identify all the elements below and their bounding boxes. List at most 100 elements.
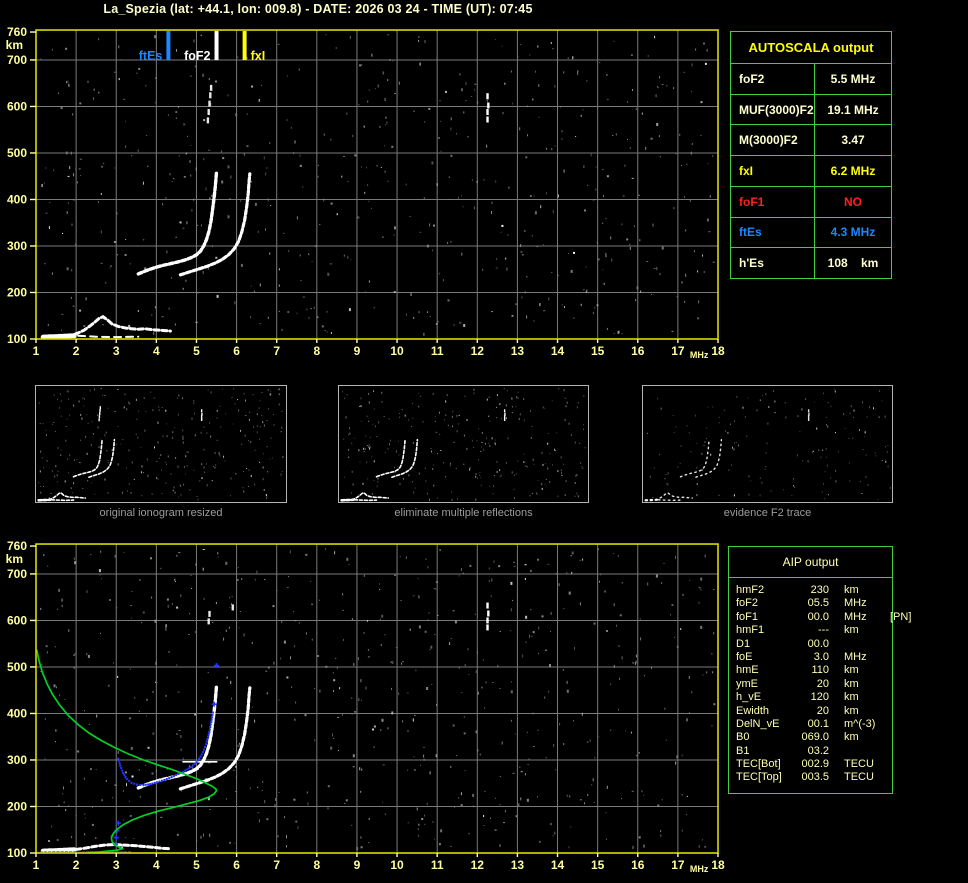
table-row: hmF2 230 km xyxy=(736,584,859,596)
svg-text:200: 200 xyxy=(7,285,27,299)
thumb-trace xyxy=(375,438,406,478)
svg-text:fxI: fxI xyxy=(251,49,266,63)
svg-text:6: 6 xyxy=(233,344,240,358)
thumb-trace xyxy=(679,438,710,478)
axis-labels: 760700600500400300200100km1 2 3 4 5 6 7 8 9 10 11 1… xyxy=(6,25,725,360)
svg-text:500: 500 xyxy=(7,146,27,160)
svg-text:8: 8 xyxy=(313,858,320,872)
noise-speckle xyxy=(40,548,716,851)
plot-area: 760700600500400300200100km1 2 3 4 5 6 7 8 9 10 11 1… xyxy=(6,539,725,874)
svg-text:7: 7 xyxy=(273,344,280,358)
series-interference-echoes xyxy=(486,93,490,123)
table-row-label: M(3000)F2 xyxy=(731,125,814,156)
svg-text:5: 5 xyxy=(193,344,200,358)
table-row: Ewidth 20 km xyxy=(736,704,859,717)
table-row-value: 108 km xyxy=(815,248,891,278)
thumb-trace xyxy=(340,498,355,502)
table-row: foE 3.0 MHz xyxy=(736,650,867,663)
table-row: TEC[Top] 003.5 TECU xyxy=(736,771,874,784)
svg-text:MHz: MHz xyxy=(690,350,709,360)
svg-text:6: 6 xyxy=(233,858,240,872)
series-electron-density-profile xyxy=(35,649,218,854)
aip-table-body: hmF2 230 km foF2 05.5 MHz foF1 00.0 MHz [PN] hmF1-… xyxy=(729,578,911,785)
svg-text:foF2: foF2 xyxy=(184,49,210,63)
autoscala-output-table: AUTOSCALA output foF2 5.5 MHz MUF(3000)F2 1… xyxy=(730,31,892,279)
noise-speckle xyxy=(342,388,586,501)
svg-text:400: 400 xyxy=(7,192,27,206)
svg-text:200: 200 xyxy=(7,799,27,813)
table-row: B0 069.0 km xyxy=(736,731,859,744)
svg-text:2: 2 xyxy=(73,344,80,358)
svg-text:4: 4 xyxy=(153,858,160,872)
table-row: hmF1 --- km xyxy=(736,624,859,637)
series-multiple-reflection-echoes xyxy=(206,84,213,124)
thumbnail-frame xyxy=(338,385,589,503)
aip-output-table: AIP output hmF2 230 km foF2 05.5 MHz foF1 00.0 M… xyxy=(728,546,911,794)
autoscala-table-title: AUTOSCALA output xyxy=(731,32,891,63)
svg-text:16: 16 xyxy=(631,858,645,872)
autoscala-window: La_Spezia (lat: +44.1, lon: 009.8) - DAT… xyxy=(0,0,968,883)
table-row-value: NO xyxy=(815,186,891,217)
svg-text:1: 1 xyxy=(33,344,40,358)
table-row-label: MUF(3000)F2 xyxy=(731,94,814,125)
aip-table-title: AIP output xyxy=(729,547,892,578)
thumb-trace xyxy=(72,438,103,478)
svg-text:11: 11 xyxy=(431,344,444,358)
thumbnail-caption: original ionogram resized xyxy=(99,507,223,519)
series-f2-ordinary-trace xyxy=(136,169,219,276)
svg-text:km: km xyxy=(6,552,23,566)
thumb-trace xyxy=(657,499,682,502)
noise-speckle xyxy=(647,388,891,500)
svg-text:700: 700 xyxy=(7,567,27,581)
svg-text:ftEs: ftEs xyxy=(139,49,163,63)
svg-text:17: 17 xyxy=(671,344,685,358)
thumbnail-original-ionogram xyxy=(35,385,287,503)
svg-text:10: 10 xyxy=(390,344,404,358)
table-row: DelN_vE 00.1 m^(-3) xyxy=(736,717,876,730)
svg-text:15: 15 xyxy=(591,344,605,358)
svg-text:km: km xyxy=(6,38,23,52)
svg-text:17: 17 xyxy=(671,858,685,872)
series-interference-echoes xyxy=(486,602,490,631)
svg-text:16: 16 xyxy=(631,344,645,358)
thumbnail-evidence-f2-trace xyxy=(642,385,893,503)
noise-speckle xyxy=(38,388,284,501)
table-row-value: 3.47 xyxy=(815,125,891,156)
svg-text:3: 3 xyxy=(113,344,120,358)
svg-text:300: 300 xyxy=(7,239,27,253)
thumbnail-caption: evidence F2 trace xyxy=(723,507,812,519)
svg-text:18: 18 xyxy=(711,344,725,358)
table-row-value: 4.3 MHz xyxy=(815,217,891,248)
table-row: hmE 110 km xyxy=(736,664,859,677)
svg-text:700: 700 xyxy=(7,53,27,67)
series-es-dense-patch xyxy=(40,847,77,854)
svg-text:600: 600 xyxy=(7,99,27,113)
table-row: ymE 20 km xyxy=(736,677,859,690)
svg-text:100: 100 xyxy=(7,332,27,346)
axis-labels: 760700600500400300200100km1 2 3 4 5 6 7 8 9 10 11 1… xyxy=(6,539,725,874)
table-row-label: foF2 xyxy=(731,64,814,94)
marker-fxI: fxI xyxy=(242,31,266,63)
thumbnail-caption: eliminate multiple reflections xyxy=(394,507,533,519)
svg-text:300: 300 xyxy=(7,753,27,767)
series-es-dense-patch xyxy=(40,333,77,340)
thumbnail-eliminate-reflections xyxy=(338,385,589,503)
svg-text:9: 9 xyxy=(354,344,361,358)
series-es-lower-stratification xyxy=(77,334,140,339)
svg-text:18: 18 xyxy=(711,858,725,872)
table-row-label: h'Es xyxy=(731,248,814,278)
grid-lines xyxy=(36,544,718,853)
svg-text:600: 600 xyxy=(7,613,27,627)
table-row: D1 00.0 xyxy=(736,637,829,650)
thumb-trace xyxy=(353,499,378,502)
thumbnail-frame xyxy=(35,385,287,503)
svg-text:500: 500 xyxy=(7,660,27,674)
table-row-value: 19.1 MHz xyxy=(815,94,891,125)
svg-text:760: 760 xyxy=(7,539,27,553)
svg-text:5: 5 xyxy=(193,858,200,872)
svg-text:7: 7 xyxy=(273,858,280,872)
svg-text:9: 9 xyxy=(354,858,361,872)
noise-speckle xyxy=(40,34,715,336)
svg-text:12: 12 xyxy=(471,858,485,872)
station-title: La_Spezia (lat: +44.1, lon: 009.8) - DAT… xyxy=(103,2,533,16)
